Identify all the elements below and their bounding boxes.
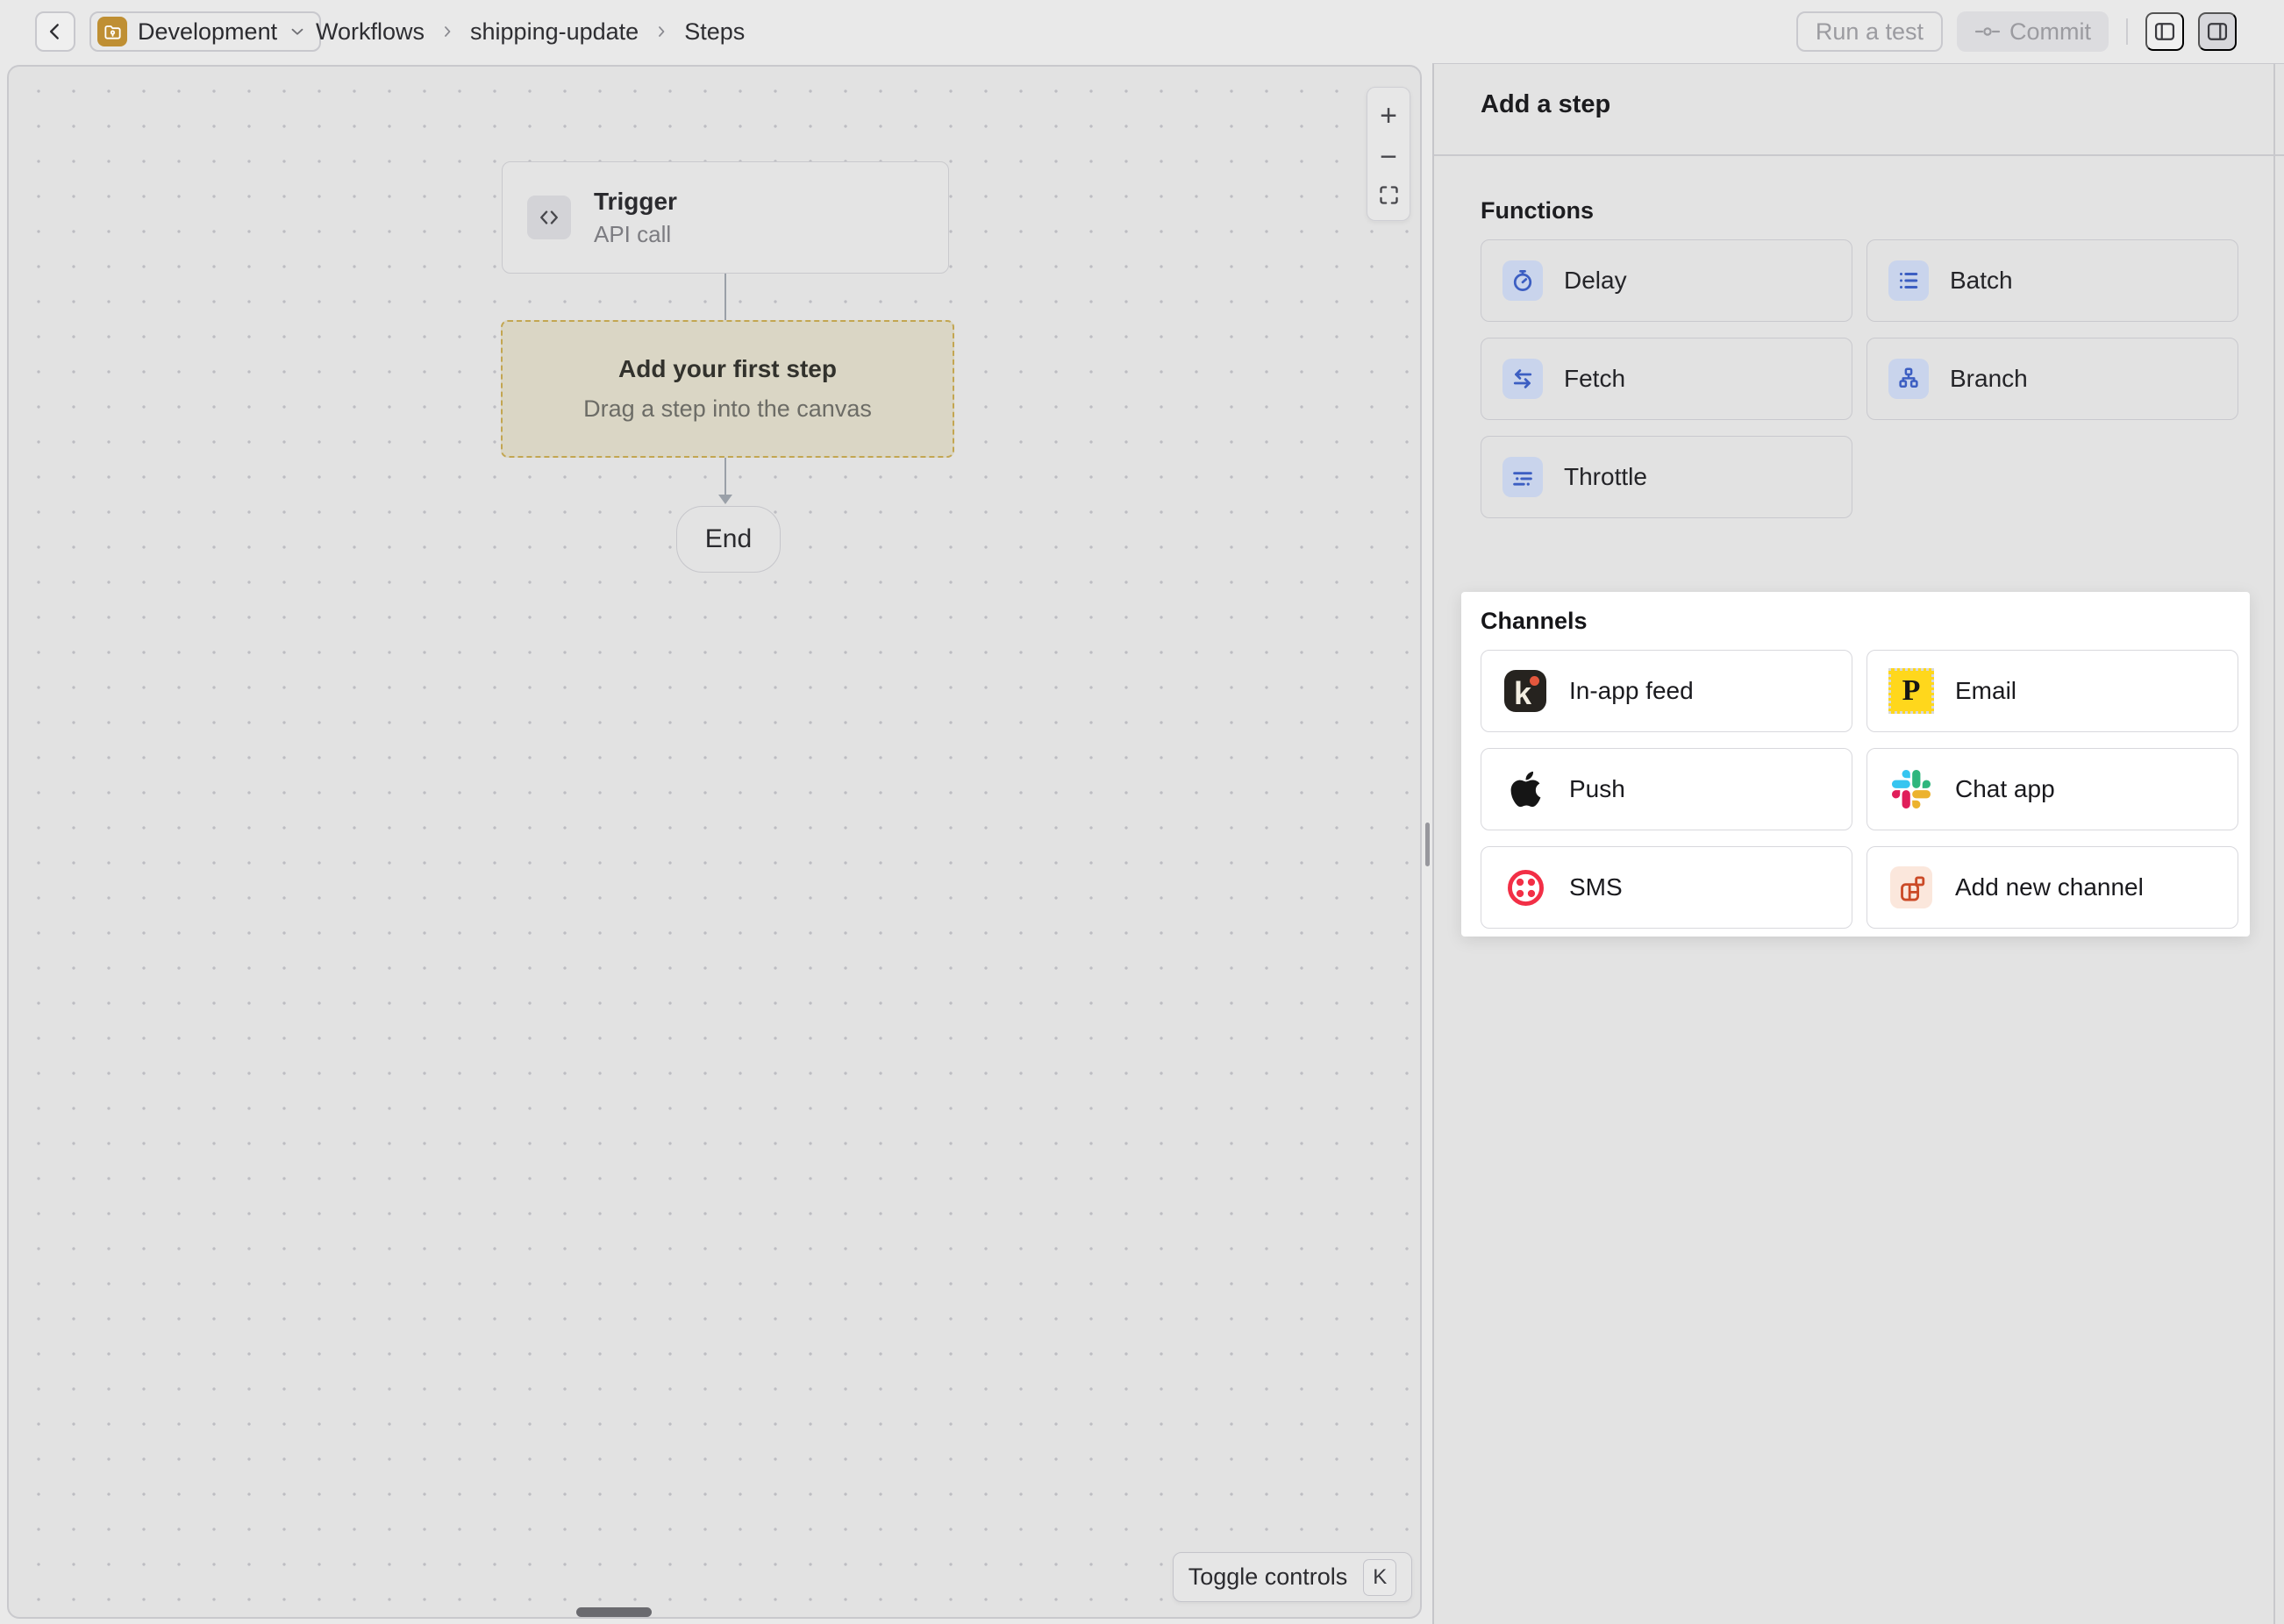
keyboard-shortcut-badge: K: [1363, 1559, 1396, 1596]
code-brackets-icon: [527, 196, 571, 239]
function-card-batch[interactable]: Batch: [1866, 239, 2238, 322]
commit-icon: [1974, 25, 2001, 39]
top-bar: Development Workflows shipping-update St…: [0, 0, 2284, 63]
fetch-icon: [1502, 359, 1543, 399]
breadcrumb-separator-icon: [439, 23, 456, 40]
channels-section: Channels k In-app feed P Email: [1461, 592, 2250, 937]
function-card-delay[interactable]: Delay: [1481, 239, 1852, 322]
trigger-node[interactable]: Trigger API call: [502, 161, 949, 274]
toggle-controls-label: Toggle controls: [1188, 1563, 1348, 1591]
slack-icon: [1888, 766, 1934, 812]
channel-card-label: SMS: [1569, 873, 1623, 901]
function-card-label: Branch: [1950, 365, 2028, 393]
run-test-button[interactable]: Run a test: [1796, 11, 1943, 52]
toggle-right-panel-button[interactable]: [2198, 12, 2237, 51]
canvas-zoom-controls: + −: [1367, 87, 1410, 221]
channel-card-label: In-app feed: [1569, 677, 1694, 705]
panel-scroll-gutter: [2273, 63, 2275, 1624]
zoom-out-button[interactable]: −: [1380, 142, 1397, 172]
channels-heading: Channels: [1481, 608, 1588, 635]
edge-trigger-to-placeholder: [724, 274, 726, 320]
function-card-throttle[interactable]: Throttle: [1481, 436, 1852, 518]
delay-icon: [1502, 260, 1543, 301]
toolbar-divider: [2126, 18, 2128, 45]
functions-heading: Functions: [1481, 197, 1594, 224]
toggle-controls-button[interactable]: Toggle controls K: [1173, 1552, 1412, 1602]
dropzone-subtitle: Drag a step into the canvas: [583, 395, 872, 423]
knock-dot-icon: [1530, 676, 1539, 686]
environment-folder-icon: [97, 17, 127, 46]
environment-switcher[interactable]: Development: [89, 11, 321, 52]
add-first-step-dropzone[interactable]: Add your first step Drag a step into the…: [501, 320, 954, 458]
vertical-scrollbar-thumb[interactable]: [1425, 823, 1430, 866]
breadcrumb-separator-icon: [653, 23, 670, 40]
workflow-canvas[interactable]: Trigger API call Add your first step Dra…: [7, 65, 1422, 1619]
chevron-down-icon: [288, 22, 307, 41]
function-card-label: Batch: [1950, 267, 2013, 295]
channel-card-sms[interactable]: SMS: [1481, 846, 1852, 929]
function-card-branch[interactable]: Branch: [1866, 338, 2238, 420]
channel-card-push[interactable]: Push: [1481, 748, 1852, 830]
edge-arrowhead: [718, 495, 732, 504]
commit-button[interactable]: Commit: [1957, 11, 2109, 52]
channel-card-email[interactable]: P Email: [1866, 650, 2238, 732]
function-card-label: Fetch: [1564, 365, 1625, 393]
branch-icon: [1888, 359, 1929, 399]
breadcrumb: Workflows shipping-update Steps: [316, 0, 745, 63]
batch-icon: [1888, 260, 1929, 301]
breadcrumb-workflows[interactable]: Workflows: [316, 18, 425, 46]
end-node[interactable]: End: [676, 506, 781, 573]
back-button[interactable]: [35, 11, 75, 52]
channel-card-label: Email: [1955, 677, 2016, 705]
channel-card-in-app-feed[interactable]: k In-app feed: [1481, 650, 1852, 732]
commit-label: Commit: [2009, 18, 2091, 46]
twilio-icon: [1502, 865, 1548, 910]
add-channel-icon: [1888, 865, 1934, 910]
panel-right-icon: [2205, 19, 2230, 44]
throttle-icon: [1502, 457, 1543, 497]
breadcrumb-workflow-name[interactable]: shipping-update: [470, 18, 639, 46]
add-step-panel: Add a step Functions Delay Batch: [1432, 63, 2284, 1624]
toggle-left-panel-button[interactable]: [2145, 12, 2184, 51]
workflow-builder-app: Development Workflows shipping-update St…: [0, 0, 2284, 1624]
end-node-label: End: [705, 524, 752, 554]
horizontal-scrollbar-thumb[interactable]: [576, 1607, 652, 1617]
fullscreen-icon: [1377, 183, 1401, 207]
channel-card-label: Push: [1569, 775, 1625, 803]
channel-card-label: Add new channel: [1955, 873, 2144, 901]
top-bar-actions: Run a test Commit: [1796, 11, 2237, 52]
function-card-label: Throttle: [1564, 463, 1647, 491]
environment-label: Development: [138, 18, 277, 46]
panel-divider: [1434, 154, 2284, 156]
channel-card-chat-app[interactable]: Chat app: [1866, 748, 2238, 830]
fit-view-button[interactable]: [1377, 183, 1401, 207]
function-card-label: Delay: [1564, 267, 1627, 295]
knock-icon: k: [1502, 668, 1548, 714]
chevron-left-icon: [44, 20, 67, 43]
trigger-node-subtitle: API call: [594, 221, 677, 248]
edge-placeholder-to-end: [724, 458, 726, 496]
channel-card-add-new[interactable]: Add new channel: [1866, 846, 2238, 929]
zoom-in-button[interactable]: +: [1380, 101, 1397, 131]
panel-left-icon: [2152, 19, 2177, 44]
apple-icon: [1502, 766, 1548, 812]
function-card-fetch[interactable]: Fetch: [1481, 338, 1852, 420]
trigger-node-title: Trigger: [594, 188, 677, 216]
panel-title: Add a step: [1481, 90, 1610, 119]
postmark-icon: P: [1888, 668, 1934, 714]
breadcrumb-current-page: Steps: [684, 18, 745, 46]
channel-card-label: Chat app: [1955, 775, 2055, 803]
dropzone-title: Add your first step: [618, 355, 837, 383]
